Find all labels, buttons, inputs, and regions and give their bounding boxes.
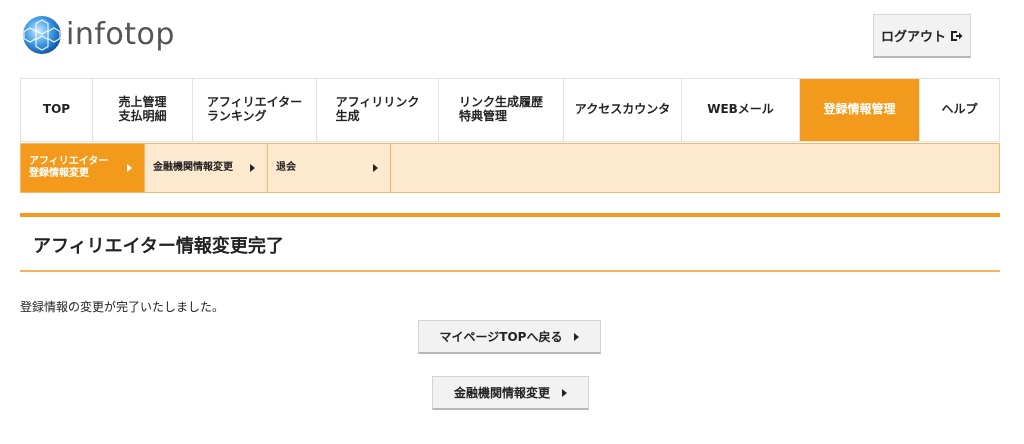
nav-item-label: ヘルプ: [941, 102, 978, 117]
nav-item-label: 登録情報管理: [823, 102, 896, 117]
page-title: アフィリエイター情報変更完了: [33, 236, 284, 257]
subnav-item-affiliator-info[interactable]: アフィリエイター 登録情報変更: [21, 144, 145, 192]
nav-item-access[interactable]: アクセスカウンタ: [564, 79, 682, 141]
nav-item-webmail[interactable]: WEBメール: [682, 79, 800, 141]
logout-label: ログアウト: [880, 30, 946, 45]
nav-item-label: アクセスカウンタ: [574, 102, 671, 117]
triangle-right-icon: [562, 388, 567, 397]
nav-item-top[interactable]: TOP: [21, 79, 93, 141]
nav-item-label: リンク生成履歴 特典管理: [458, 95, 543, 123]
hexagon-globe-icon: [23, 16, 61, 54]
triangle-right-icon: [127, 164, 132, 172]
mypage-top-button[interactable]: マイページTOPへ戻る: [418, 320, 601, 354]
nav-item-registration[interactable]: 登録情報管理: [800, 79, 920, 141]
subnav-item-withdraw[interactable]: 退会: [268, 144, 391, 192]
subnav-item-label: 金融機関情報変更: [153, 162, 233, 173]
nav-item-label: アフィリエイター ランキング: [206, 95, 303, 123]
nav-item-help[interactable]: ヘルプ: [920, 79, 999, 141]
subnav-item-bank-info[interactable]: 金融機関情報変更: [145, 144, 268, 192]
mypage-top-button-label: マイページTOPへ戻る: [439, 330, 563, 344]
logout-arrow-icon: [951, 30, 963, 41]
nav-item-sales[interactable]: 売上管理 支払明細: [93, 79, 193, 141]
nav-item-history[interactable]: リンク生成履歴 特典管理: [439, 79, 564, 141]
logo[interactable]: infotop: [20, 14, 175, 56]
bank-info-button-label: 金融機関情報変更: [453, 386, 550, 400]
nav-item-label: WEBメール: [707, 102, 774, 117]
nav-item-ranking[interactable]: アフィリエイター ランキング: [193, 79, 317, 141]
subnav-item-label: アフィリエイター 登録情報変更: [29, 156, 109, 179]
nav-item-label: TOP: [42, 102, 71, 117]
triangle-right-icon: [574, 332, 580, 341]
logo-text: infotop: [66, 17, 175, 52]
main-nav: TOP 売上管理 支払明細 アフィリエイター ランキング アフィリリンク 生成 …: [20, 78, 1000, 142]
triangle-right-icon: [373, 164, 378, 172]
nav-item-label: アフィリリンク 生成: [335, 95, 420, 123]
logout-button[interactable]: ログアウト: [873, 14, 971, 58]
triangle-right-icon: [250, 164, 255, 172]
bank-info-button[interactable]: 金融機関情報変更: [432, 376, 589, 410]
sub-nav: アフィリエイター 登録情報変更 金融機関情報変更 退会: [20, 143, 1000, 193]
section-bottom-divider: [20, 270, 1000, 272]
completion-message: 登録情報の変更が完了いたしました。: [20, 300, 225, 314]
nav-item-label: 売上管理 支払明細: [118, 95, 167, 123]
section-top-divider: [20, 213, 1000, 217]
subnav-item-label: 退会: [276, 162, 296, 173]
nav-item-link[interactable]: アフィリリンク 生成: [317, 79, 439, 141]
